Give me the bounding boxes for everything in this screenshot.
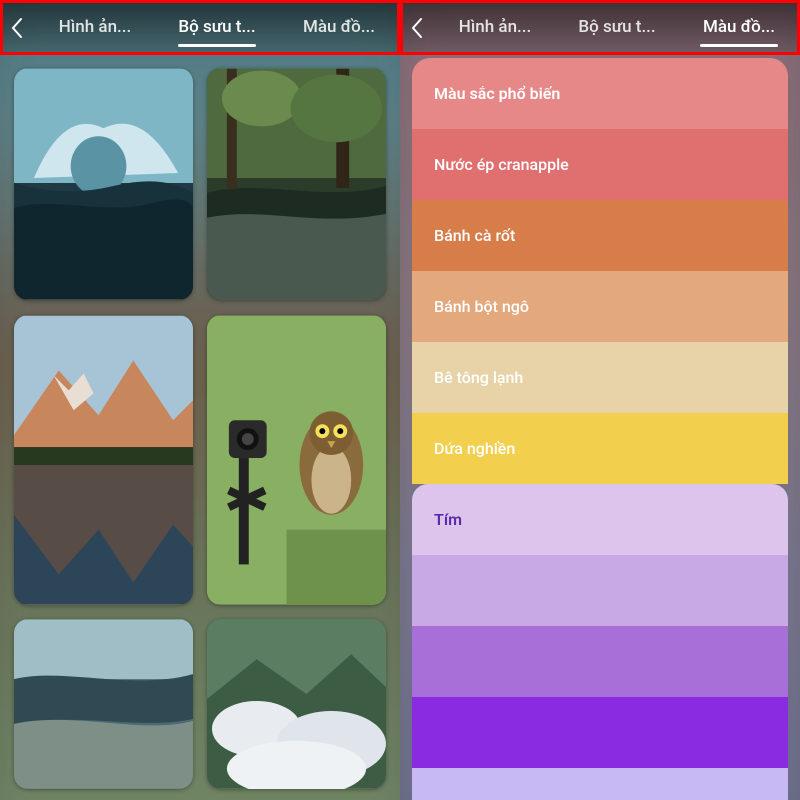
- tab-collection[interactable]: Bộ sưu t...: [156, 3, 278, 53]
- header: Hình ản... Bộ sưu t... Màu đồ...: [400, 0, 800, 55]
- color-option[interactable]: [412, 697, 788, 768]
- wallpaper-card[interactable]: [14, 68, 193, 300]
- wallpaper-grid: [0, 58, 400, 800]
- wallpaper-card[interactable]: [207, 68, 386, 300]
- tab-bar: Hình ản... Bộ sưu t... Màu đồ...: [434, 3, 800, 53]
- tab-solid-color[interactable]: Màu đồ...: [278, 3, 400, 53]
- color-option[interactable]: [412, 555, 788, 626]
- thumbnail-blossoms: [207, 619, 386, 789]
- color-group-header[interactable]: Màu sắc phổ biến: [412, 58, 788, 129]
- thumbnail-owl-camera: [207, 315, 386, 605]
- color-group-header[interactable]: Tím: [412, 484, 788, 555]
- color-option[interactable]: Bánh bột ngô: [412, 271, 788, 342]
- wallpaper-card[interactable]: [14, 619, 193, 789]
- header: Hình ản... Bộ sưu t... Màu đồ...: [0, 0, 400, 55]
- tab-bar: Hình ản... Bộ sưu t... Màu đồ...: [34, 3, 400, 53]
- chevron-left-icon: [10, 17, 24, 39]
- tab-collection[interactable]: Bộ sưu t...: [556, 3, 678, 53]
- thumbnail-mountain-lake: [14, 315, 193, 605]
- color-option[interactable]: Bê tông lạnh: [412, 342, 788, 413]
- thumbnail-shore: [14, 619, 193, 789]
- wallpaper-card[interactable]: [207, 619, 386, 789]
- tab-solid-color[interactable]: Màu đồ...: [678, 3, 800, 53]
- tab-images[interactable]: Hình ản...: [434, 3, 556, 53]
- wallpaper-card[interactable]: [14, 315, 193, 605]
- color-list[interactable]: Màu sắc phổ biếnNước ép cranappleBánh cà…: [412, 58, 788, 800]
- color-option[interactable]: [412, 768, 788, 800]
- thumbnail-iceberg: [14, 68, 193, 300]
- panel-solid-colors: Hình ản... Bộ sưu t... Màu đồ... Màu sắc…: [400, 0, 800, 800]
- color-option[interactable]: Nước ép cranapple: [412, 129, 788, 200]
- chevron-left-icon: [410, 17, 424, 39]
- panel-collection: Hình ản... Bộ sưu t... Màu đồ...: [0, 0, 400, 800]
- wallpaper-card[interactable]: [207, 315, 386, 605]
- tab-images[interactable]: Hình ản...: [34, 3, 156, 53]
- color-option[interactable]: Dứa nghiền: [412, 413, 788, 484]
- back-button[interactable]: [400, 0, 434, 55]
- color-option[interactable]: [412, 626, 788, 697]
- back-button[interactable]: [0, 0, 34, 55]
- color-option[interactable]: Bánh cà rốt: [412, 200, 788, 271]
- thumbnail-jungle: [207, 68, 386, 300]
